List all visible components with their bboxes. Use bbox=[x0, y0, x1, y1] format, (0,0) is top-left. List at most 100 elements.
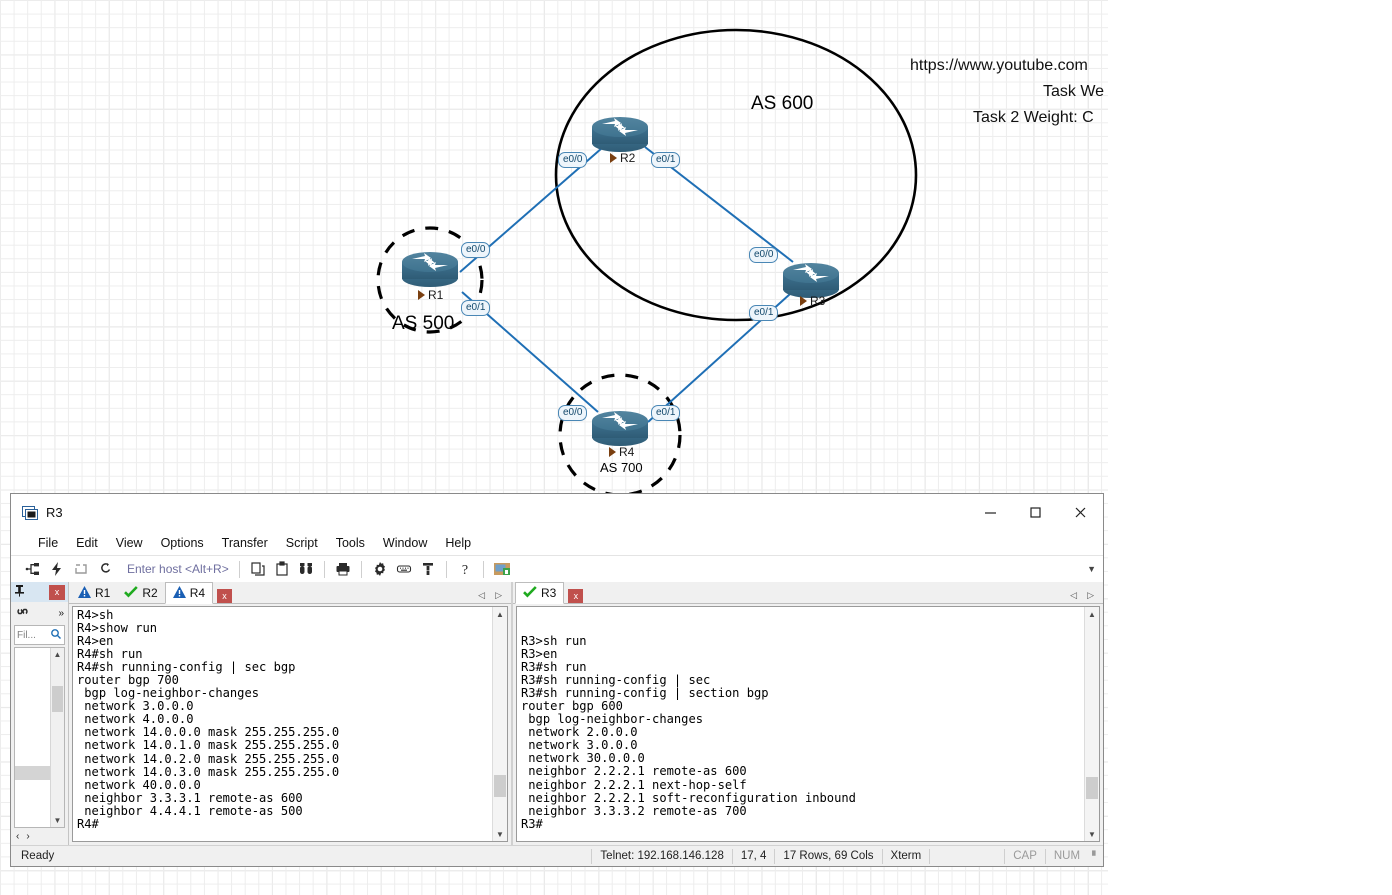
iface-label-r4-e0-0[interactable]: e0/0 bbox=[558, 405, 588, 421]
tab-R4[interactable]: R4 bbox=[164, 582, 214, 604]
window-title: R3 bbox=[46, 505, 63, 520]
menu-transfer[interactable]: Transfer bbox=[213, 534, 277, 552]
right-terminal-output[interactable]: R3>sh run R3>en R3#sh run R3#sh running-… bbox=[517, 607, 1084, 841]
connect-in-tab-icon[interactable] bbox=[69, 558, 93, 580]
toolbar-separator bbox=[323, 560, 325, 578]
note-url[interactable]: https://www.youtube.com bbox=[910, 57, 1088, 75]
scroll-thumb[interactable] bbox=[52, 686, 63, 712]
screen: AS 600 AS 500 AS 700 R2 R1 R3 R4 e0/0 e0… bbox=[0, 0, 1392, 895]
reconnect-icon[interactable] bbox=[93, 558, 117, 580]
keymap-icon[interactable] bbox=[392, 558, 416, 580]
tool-bar: Enter host <Alt+R> ? ▼ bbox=[11, 555, 1103, 582]
scroll-up-icon[interactable]: ▲ bbox=[1085, 607, 1099, 621]
copy-icon[interactable] bbox=[246, 558, 270, 580]
router-label-R3[interactable]: R3 bbox=[800, 294, 825, 308]
iface-label-r1-e0-1[interactable]: e0/1 bbox=[461, 300, 491, 316]
host-input[interactable]: Enter host <Alt+R> bbox=[123, 561, 233, 577]
left-tab-close-button[interactable]: x bbox=[217, 589, 233, 603]
right-terminal-scrollbar[interactable]: ▲ ▼ bbox=[1084, 607, 1099, 841]
tab-R1[interactable]: R1 bbox=[71, 583, 118, 603]
title-bar[interactable]: R3 bbox=[11, 494, 1103, 531]
search-icon[interactable] bbox=[50, 628, 62, 643]
scroll-up-icon[interactable]: ▲ bbox=[51, 648, 64, 661]
menu-help[interactable]: Help bbox=[436, 534, 480, 552]
filter-icon[interactable] bbox=[416, 558, 440, 580]
router-name-R4: R4 bbox=[619, 445, 635, 459]
scroll-thumb[interactable] bbox=[1086, 777, 1098, 799]
paste-icon[interactable] bbox=[270, 558, 294, 580]
find-icon[interactable] bbox=[294, 558, 318, 580]
router-label-R4[interactable]: R4 bbox=[609, 445, 634, 459]
session-manager-more-button[interactable]: » bbox=[58, 608, 64, 619]
window-controls bbox=[968, 494, 1103, 531]
right-tab-close-button[interactable]: x bbox=[568, 589, 584, 603]
session-prev-button[interactable]: ‹ bbox=[16, 831, 19, 842]
tab-label-R4: R4 bbox=[189, 586, 206, 600]
as-500-label: AS 500 bbox=[392, 313, 455, 334]
status-bar: Ready Telnet: 192.168.146.128 17, 4 17 R… bbox=[11, 845, 1103, 866]
iface-label-r3-e0-1[interactable]: e0/1 bbox=[749, 305, 779, 321]
router-R1-icon bbox=[402, 252, 458, 287]
connect-icon[interactable] bbox=[21, 558, 45, 580]
session-next-button[interactable]: › bbox=[26, 831, 29, 842]
minimize-button[interactable] bbox=[968, 494, 1013, 531]
settings-icon[interactable] bbox=[368, 558, 392, 580]
help-icon[interactable]: ? bbox=[453, 558, 477, 580]
scroll-thumb[interactable] bbox=[494, 775, 506, 797]
right-tab-nav: ◁ ▷ bbox=[1070, 590, 1103, 603]
menu-window[interactable]: Window bbox=[374, 534, 436, 552]
left-tab-prev-icon[interactable]: ◁ bbox=[478, 590, 485, 601]
pin-icon[interactable] bbox=[14, 584, 25, 600]
session-manager-close-button[interactable]: x bbox=[49, 584, 65, 600]
note-task-weight[interactable]: Task We bbox=[1043, 83, 1104, 101]
quick-connect-icon[interactable] bbox=[45, 558, 69, 580]
status-num-lock: NUM bbox=[1044, 848, 1088, 864]
maximize-button[interactable] bbox=[1013, 494, 1058, 531]
toolbar-separator bbox=[360, 560, 362, 578]
menu-tools[interactable]: Tools bbox=[327, 534, 374, 552]
check-icon bbox=[124, 585, 139, 601]
right-tab-prev-icon[interactable]: ◁ bbox=[1070, 590, 1077, 601]
scroll-down-icon[interactable]: ▼ bbox=[1085, 827, 1099, 841]
menu-options[interactable]: Options bbox=[152, 534, 213, 552]
play-triangle-icon bbox=[418, 290, 425, 300]
resize-grip-icon[interactable]: ▘ bbox=[1092, 851, 1099, 862]
capture-icon[interactable] bbox=[490, 558, 514, 580]
left-tab-next-icon[interactable]: ▷ bbox=[495, 590, 502, 601]
scroll-up-icon[interactable]: ▲ bbox=[493, 607, 507, 621]
router-label-R2[interactable]: R2 bbox=[610, 151, 635, 165]
print-icon[interactable] bbox=[331, 558, 355, 580]
right-tab-next-icon[interactable]: ▷ bbox=[1087, 590, 1094, 601]
status-ready: Ready bbox=[21, 850, 55, 862]
iface-label-r3-e0-0[interactable]: e0/0 bbox=[749, 247, 779, 263]
tab-R3[interactable]: R3 bbox=[515, 582, 565, 604]
router-label-R1[interactable]: R1 bbox=[418, 288, 443, 302]
session-tree[interactable]: ▲ ▼ bbox=[14, 647, 65, 828]
session-filter-input[interactable]: Fil... bbox=[14, 625, 65, 645]
menu-file[interactable]: File bbox=[29, 534, 67, 552]
as-600-label: AS 600 bbox=[751, 93, 814, 114]
as-600-boundary bbox=[554, 28, 918, 322]
iface-label-r1-e0-0[interactable]: e0/0 bbox=[461, 242, 491, 258]
scroll-down-icon[interactable]: ▼ bbox=[493, 827, 507, 841]
link-icon[interactable] bbox=[15, 605, 30, 621]
left-terminal-output[interactable]: R4>sh R4>show run R4>en R4#sh run R4#sh … bbox=[73, 607, 492, 841]
session-manager-toolbar: » bbox=[11, 602, 68, 624]
tab-R2[interactable]: R2 bbox=[117, 583, 165, 603]
status-connection: Telnet: 192.168.146.128 bbox=[591, 848, 731, 864]
iface-label-r4-e0-1[interactable]: e0/1 bbox=[651, 405, 681, 421]
tab-label-R2: R2 bbox=[142, 586, 158, 600]
scroll-down-icon[interactable]: ▼ bbox=[51, 814, 64, 827]
menu-edit[interactable]: Edit bbox=[67, 534, 107, 552]
session-tree-scrollbar[interactable]: ▲ ▼ bbox=[50, 648, 64, 827]
left-terminal-scrollbar[interactable]: ▲ ▼ bbox=[492, 607, 507, 841]
session-manager-header: x bbox=[11, 582, 68, 602]
toolbar-overflow-icon[interactable]: ▼ bbox=[1087, 564, 1096, 574]
session-tree-selected-row[interactable] bbox=[15, 766, 51, 780]
close-button[interactable] bbox=[1058, 494, 1103, 531]
menu-script[interactable]: Script bbox=[277, 534, 327, 552]
iface-label-r2-e0-1[interactable]: e0/1 bbox=[651, 152, 681, 168]
note-task2-weight[interactable]: Task 2 Weight: C bbox=[973, 109, 1094, 127]
menu-view[interactable]: View bbox=[107, 534, 152, 552]
iface-label-r2-e0-0[interactable]: e0/0 bbox=[558, 152, 588, 168]
